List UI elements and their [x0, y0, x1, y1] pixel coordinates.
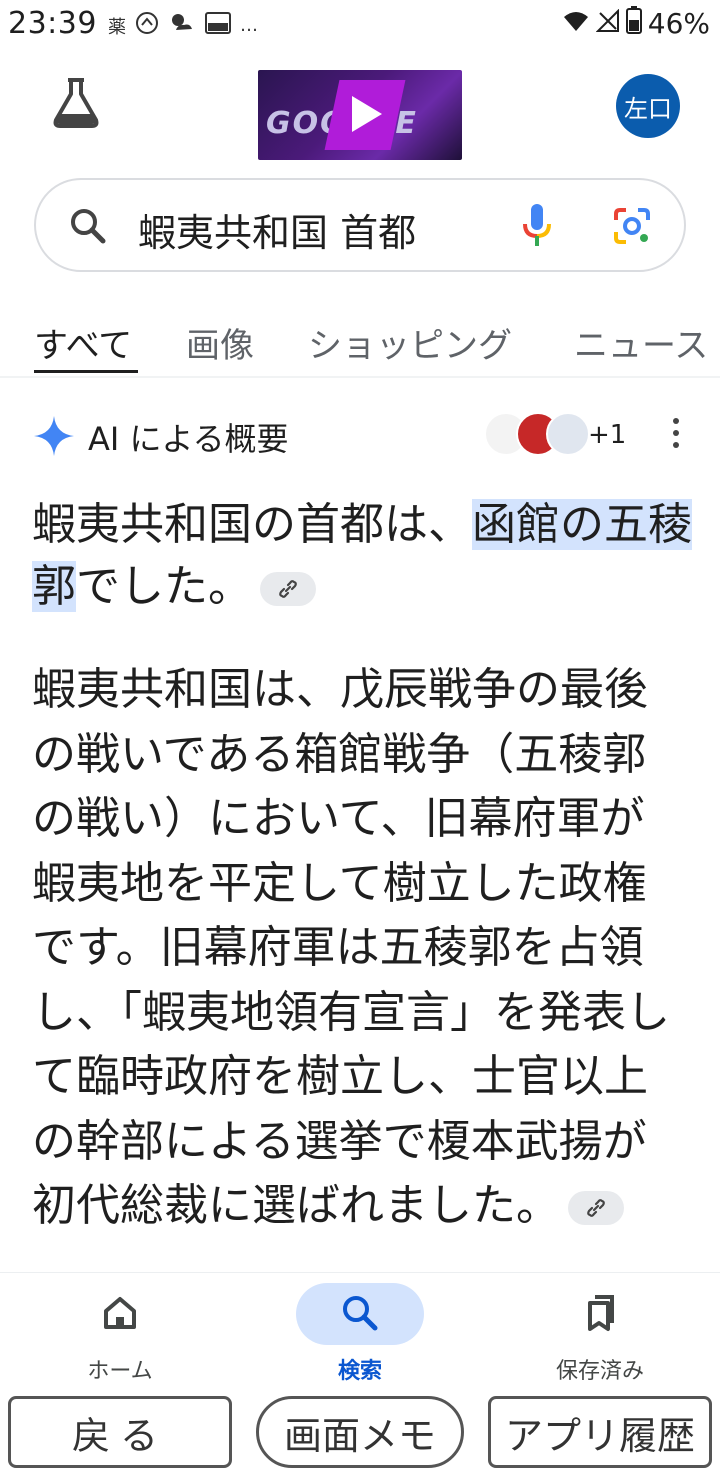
tab-all[interactable]: すべて	[34, 318, 132, 367]
bookmarks-icon	[580, 1293, 620, 1333]
tab-images[interactable]: 画像	[186, 318, 254, 367]
ai-overview-body: 蝦夷共和国は、戊辰戦争の最後の戦いである箱館戦争（五稜郭の戦い）において、旧幕府…	[32, 658, 682, 1239]
labs-flask-icon[interactable]	[48, 74, 104, 130]
blog-icon	[134, 10, 160, 41]
nav-saved-label: 保存済み	[555, 1359, 644, 1384]
more-options-icon[interactable]	[668, 416, 684, 450]
search-tabs: すべて 画像 ショッピング ニュース	[0, 318, 720, 378]
google-lens-icon[interactable]	[612, 206, 652, 246]
source-avatars[interactable]	[484, 412, 590, 458]
source-count[interactable]: +1	[588, 420, 626, 450]
google-doodle[interactable]: GOOGLE	[258, 70, 462, 160]
tabs-divider	[0, 376, 720, 378]
ai-sparkle-icon	[32, 414, 76, 458]
nav-search[interactable]: 検索	[270, 1273, 450, 1391]
battery-icon	[625, 6, 642, 41]
battery-percent: 46%	[647, 7, 710, 40]
my-au-icon	[204, 10, 232, 41]
status-time: 23:39	[8, 6, 97, 41]
bottom-navigation: ホーム 検索 保存済み	[0, 1272, 720, 1390]
body-text: 蝦夷共和国は、戊辰戦争の最後の戦いである箱館戦争（五稜郭の戦い）において、旧幕府…	[32, 664, 670, 1231]
source-icon	[546, 412, 590, 456]
source-link-chip[interactable]	[260, 572, 316, 606]
status-bar: 23:39 薬 … 46%	[0, 0, 720, 52]
app-history-button[interactable]: アプリ履歴	[488, 1396, 712, 1468]
source-link-chip[interactable]	[568, 1191, 624, 1225]
home-icon	[100, 1293, 140, 1333]
tab-shopping[interactable]: ショッピング	[308, 318, 512, 367]
system-icons: 46%	[562, 6, 710, 41]
tab-news[interactable]: ニュース	[574, 318, 708, 367]
medicine-notification-icon: 薬	[108, 16, 126, 38]
nav-home-label: ホーム	[87, 1359, 153, 1384]
play-icon	[352, 96, 382, 132]
ai-overview-headline: 蝦夷共和国の首都は、函館の五稜郭でした。	[32, 494, 692, 618]
search-icon	[340, 1293, 380, 1333]
headline-text-end: でした。	[76, 561, 252, 612]
wifi-icon	[562, 7, 590, 40]
ai-overview-title: AI による概要	[88, 420, 289, 458]
screen-memo-button[interactable]: 画面メモ	[256, 1396, 464, 1468]
back-button[interactable]: 戻る	[8, 1396, 232, 1468]
nav-search-label: 検索	[337, 1359, 382, 1384]
account-avatar[interactable]: 左口	[616, 74, 680, 138]
nav-home[interactable]: ホーム	[30, 1273, 210, 1391]
headline-text: 蝦夷共和国の首都は、	[32, 499, 472, 550]
search-box[interactable]: 蝦夷共和国 首都	[34, 178, 686, 272]
active-tab-indicator	[34, 370, 138, 373]
weather-icon	[168, 10, 196, 41]
more-notifications: …	[240, 15, 258, 36]
search-icon	[68, 206, 108, 246]
search-query[interactable]: 蝦夷共和国 首都	[138, 202, 416, 257]
nav-saved[interactable]: 保存済み	[510, 1273, 690, 1391]
no-signal-icon	[595, 7, 620, 40]
notification-icons: 薬 …	[108, 10, 258, 41]
microphone-icon[interactable]	[520, 202, 554, 250]
